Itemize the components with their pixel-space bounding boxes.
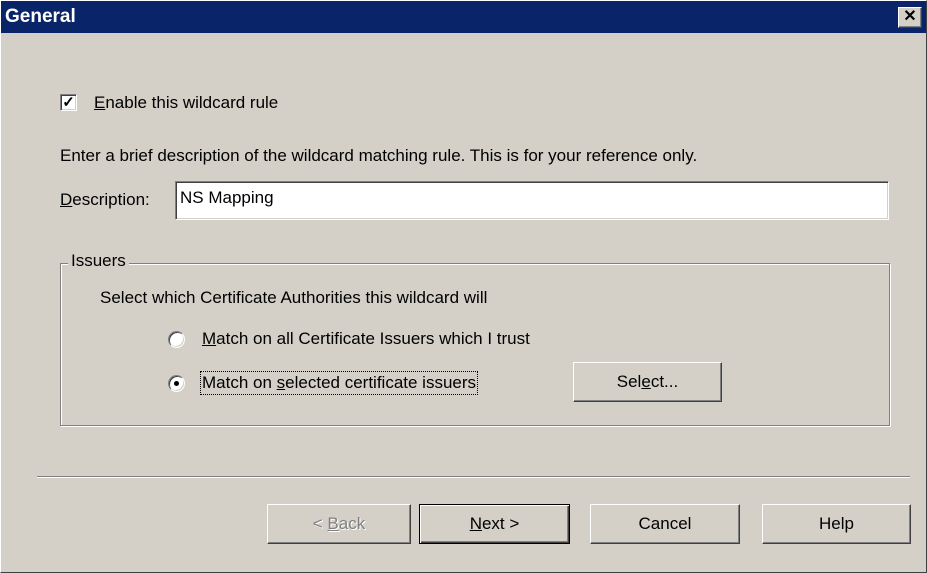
radio-all-mnemonic: M [202,329,217,348]
back-btn-mnemonic: B [327,514,339,533]
select-btn-mnemonic: e [641,372,651,391]
checkmark-icon: ✓ [62,94,75,111]
enable-rule-mnemonic: E [94,93,106,112]
close-button[interactable]: ✕ [898,7,922,28]
select-issuers-button[interactable]: Select... [573,362,722,402]
radio-all-issuers-label[interactable]: Match on all Certificate Issuers which I… [202,329,530,349]
radio-selected-issuers[interactable] [168,375,185,392]
cancel-button[interactable]: Cancel [590,504,740,544]
close-icon: ✕ [903,8,917,25]
help-button[interactable]: Help [762,504,911,544]
dialog-window: General ✕ ✓ Enable this wildcard rule En… [0,0,927,573]
next-button[interactable]: Next > [419,504,570,544]
next-btn-rest: ext > [481,514,520,533]
radio-selected-label-pre: Match on [202,373,277,392]
enable-rule-label[interactable]: Enable this wildcard rule [94,93,278,113]
description-mnemonic: D [60,190,73,209]
radio-selected-dot [174,381,179,386]
select-btn-pre: Sel [616,372,642,391]
instruction-text: Enter a brief description of the wildcar… [60,146,698,165]
enable-rule-checkbox[interactable]: ✓ [60,94,77,111]
back-button[interactable]: < Back [267,504,411,544]
radio-selected-mnemonic: s [276,373,286,392]
select-btn-rest: ct... [650,372,679,391]
footer-separator [37,476,910,478]
description-label-text: escription: [72,190,150,209]
radio-all-label-text: atch on all Certificate Issuers which I … [216,329,530,348]
description-input[interactable]: NS Mapping [175,181,889,220]
radio-selected-label-text: elected certificate issuers [285,373,477,392]
enable-rule-label-text: nable this wildcard rule [105,93,279,112]
back-btn-rest: ack [338,514,366,533]
next-btn-mnemonic: N [469,514,482,533]
issuers-legend: Issuers [68,251,129,271]
back-btn-pre: < [312,514,328,533]
title-bar[interactable]: General ✕ [1,1,926,33]
radio-selected-issuers-label[interactable]: Match on selected certificate issuers [199,371,479,395]
window-title: General [5,6,76,27]
issuers-prompt: Select which Certificate Authorities thi… [100,288,488,307]
description-label: Description: [60,190,150,210]
radio-all-issuers[interactable] [168,331,185,348]
